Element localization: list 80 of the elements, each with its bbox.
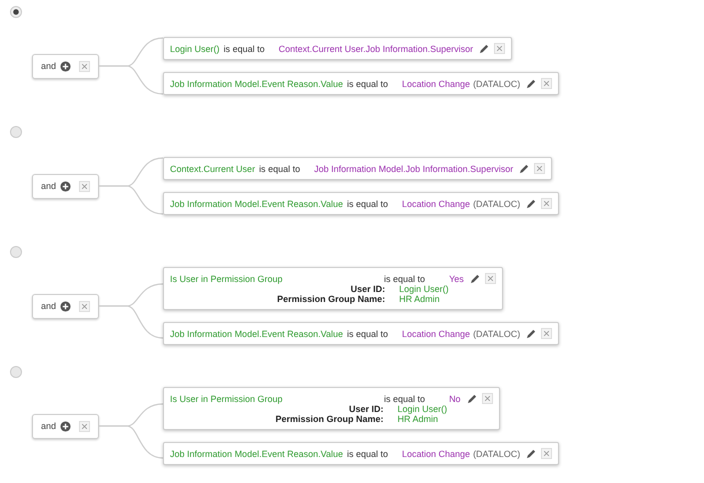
parameter-value: Login User() bbox=[399, 284, 450, 294]
parameter-value: HR Admin bbox=[399, 294, 441, 304]
condition-operator: is equal to bbox=[384, 394, 426, 404]
close-button[interactable] bbox=[79, 420, 90, 432]
close-icon bbox=[544, 81, 550, 86]
condition-field: Job Information Model.Event Reason.Value bbox=[170, 328, 343, 338]
add-icon[interactable] bbox=[60, 60, 72, 72]
close-icon bbox=[488, 276, 493, 281]
condition-operator: is equal to bbox=[346, 78, 388, 88]
condition-field: Context.Current User bbox=[170, 164, 256, 174]
radio-button[interactable] bbox=[10, 6, 22, 18]
close-icon bbox=[484, 396, 490, 401]
close-button[interactable] bbox=[541, 78, 552, 89]
parameter-label: Permission Group Name: bbox=[276, 294, 386, 304]
condition-value: Location Change bbox=[402, 198, 470, 208]
close-icon bbox=[82, 304, 88, 308]
parameter-label: User ID: bbox=[350, 284, 386, 294]
condition-value: No bbox=[449, 394, 461, 404]
condition-value: Yes bbox=[449, 274, 464, 284]
add-icon[interactable] bbox=[60, 300, 72, 312]
close-button[interactable] bbox=[79, 60, 90, 72]
condition-field: Is User in Permission Group bbox=[170, 274, 380, 284]
close-button[interactable] bbox=[494, 43, 506, 54]
parameter-value: Login User() bbox=[398, 404, 448, 414]
pencil-icon[interactable] bbox=[526, 328, 538, 339]
parameter-label: User ID: bbox=[348, 404, 384, 414]
condition-operator: is equal to bbox=[346, 448, 388, 458]
close-button[interactable] bbox=[482, 393, 493, 404]
operator-label: and bbox=[41, 301, 56, 311]
radio-button[interactable] bbox=[10, 366, 22, 378]
condition-value: Job Information Model.Job Information.Supervisor bbox=[314, 164, 514, 174]
add-icon[interactable] bbox=[60, 420, 72, 432]
close-button[interactable] bbox=[79, 300, 90, 312]
parameter-value: HR Admin bbox=[398, 414, 440, 424]
close-icon bbox=[544, 451, 550, 456]
condition-operator: is equal to bbox=[384, 274, 426, 284]
close-icon bbox=[82, 184, 88, 188]
close-icon bbox=[82, 424, 88, 428]
close-button[interactable] bbox=[541, 198, 552, 209]
close-button[interactable] bbox=[484, 273, 496, 284]
condition-field: Job Information Model.Event Reason.Value bbox=[170, 78, 343, 88]
condition-field: Login User() bbox=[170, 44, 220, 54]
pencil-icon[interactable] bbox=[479, 43, 490, 54]
condition-operator: is equal to bbox=[224, 44, 265, 54]
close-icon bbox=[82, 64, 88, 68]
radio-button[interactable] bbox=[10, 246, 22, 258]
condition-operator: is equal to bbox=[259, 164, 300, 174]
pencil-icon[interactable] bbox=[466, 393, 478, 404]
condition-value: Location Change bbox=[402, 328, 470, 338]
pencil-icon[interactable] bbox=[519, 163, 530, 174]
condition-operator: is equal to bbox=[346, 328, 388, 338]
condition-field: Job Information Model.Event Reason.Value bbox=[170, 198, 343, 208]
close-icon bbox=[497, 46, 502, 51]
close-button[interactable] bbox=[541, 328, 552, 339]
close-icon bbox=[544, 201, 550, 206]
parameter-label: Permission Group Name: bbox=[274, 414, 384, 424]
add-icon[interactable] bbox=[60, 180, 72, 192]
condition-value: Location Change bbox=[402, 448, 470, 458]
condition-field: Job Information Model.Event Reason.Value bbox=[170, 448, 343, 458]
radio-button[interactable] bbox=[10, 126, 22, 138]
pencil-icon[interactable] bbox=[526, 198, 538, 209]
condition-field: Is User in Permission Group bbox=[170, 394, 380, 404]
operator-label: and bbox=[41, 181, 56, 191]
condition-value: Context.Current User.Job Information.Supervisor bbox=[278, 44, 474, 54]
pencil-icon[interactable] bbox=[526, 78, 538, 89]
condition-value: Location Change bbox=[402, 78, 470, 88]
value-code: (DATALOC) bbox=[473, 328, 520, 338]
pencil-icon[interactable] bbox=[526, 448, 538, 459]
close-button[interactable] bbox=[534, 163, 546, 174]
operator-label: and bbox=[41, 61, 56, 71]
value-code: (DATALOC) bbox=[473, 198, 520, 208]
pencil-icon[interactable] bbox=[470, 273, 481, 284]
condition-operator: is equal to bbox=[346, 198, 388, 208]
close-icon bbox=[544, 331, 550, 336]
close-button[interactable] bbox=[541, 448, 552, 459]
close-button[interactable] bbox=[79, 180, 90, 192]
operator-label: and bbox=[41, 421, 56, 431]
close-icon bbox=[537, 166, 542, 171]
value-code: (DATALOC) bbox=[473, 448, 520, 458]
value-code: (DATALOC) bbox=[473, 78, 520, 88]
